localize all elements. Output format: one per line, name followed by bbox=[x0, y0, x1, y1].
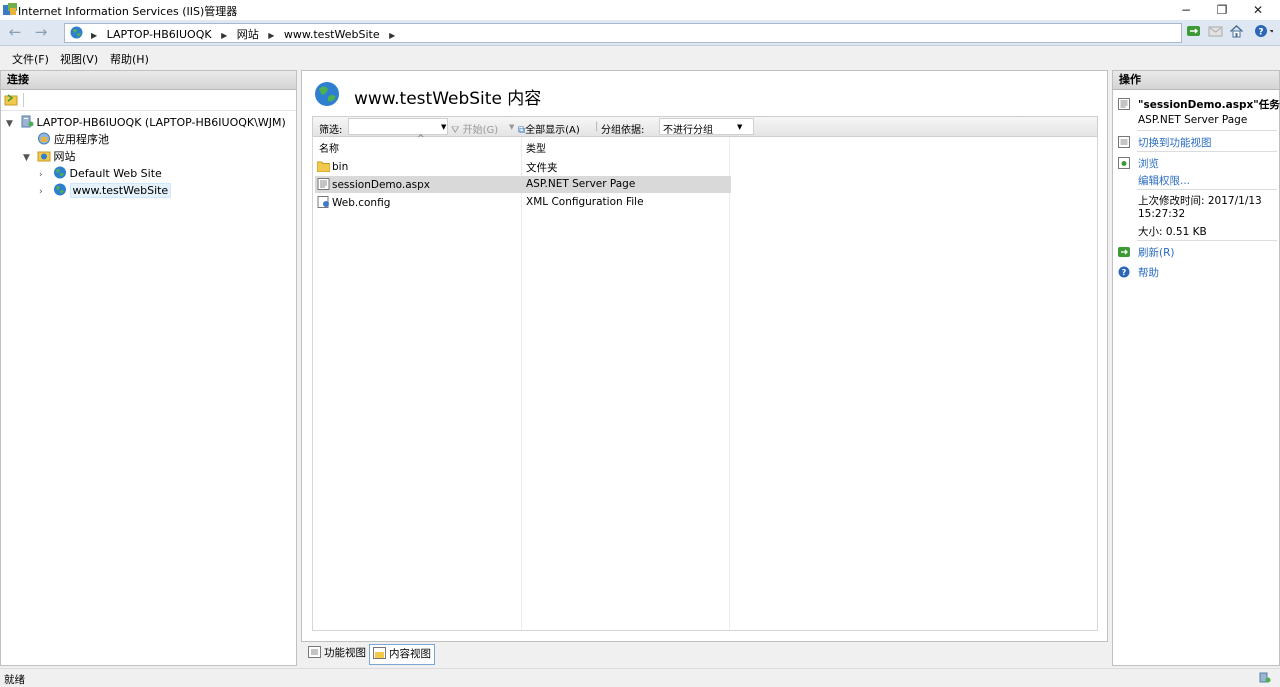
refresh-icon[interactable] bbox=[1186, 24, 1201, 38]
divider bbox=[1137, 130, 1277, 131]
website-icon bbox=[53, 183, 66, 196]
breadcrumb[interactable]: ▶ LAPTOP-HB6IUOQK ▶ 网站 ▶ www.testWebSite… bbox=[64, 23, 1182, 43]
file-type-label: ASP.NET Server Page bbox=[1138, 114, 1248, 126]
divider bbox=[1137, 240, 1277, 241]
divider bbox=[1137, 189, 1277, 190]
app-pool-icon bbox=[38, 132, 50, 145]
toolbar-divider bbox=[23, 93, 24, 107]
status-bar: 就绪 bbox=[0, 668, 1280, 687]
chevron-right-icon[interactable]: › bbox=[39, 184, 49, 200]
go-button[interactable]: ⛛ 开始(G) bbox=[451, 121, 498, 136]
connections-header: 连接 bbox=[1, 71, 296, 90]
filter-input[interactable] bbox=[348, 118, 448, 135]
status-text: 就绪 bbox=[4, 674, 25, 686]
column-header-type[interactable]: 类型 bbox=[526, 140, 546, 155]
content-view-icon bbox=[373, 647, 386, 659]
address-bar: ← → ▶ LAPTOP-HB6IUOQK ▶ 网站 ▶ www.testWeb… bbox=[0, 20, 1280, 46]
features-view-icon bbox=[1118, 136, 1130, 148]
home-icon[interactable] bbox=[1229, 24, 1244, 38]
chevron-right-icon: ▶ bbox=[221, 31, 228, 40]
item-name: Web.config bbox=[332, 197, 391, 209]
filter-label: 筛选: bbox=[319, 125, 343, 136]
tab-features-view[interactable]: 功能视图 bbox=[305, 644, 369, 663]
actions-header: 操作 bbox=[1113, 71, 1279, 90]
actions-panel: 操作 "sessionDemo.aspx"任务 ASP.NET Server P… bbox=[1112, 70, 1280, 666]
task-title: "sessionDemo.aspx"任务 bbox=[1138, 99, 1280, 111]
sort-caret-icon: ^ bbox=[417, 134, 425, 144]
website-icon bbox=[53, 166, 66, 179]
menu-bar: 文件(F) 视图(V) 帮助(H) bbox=[0, 46, 1280, 68]
network-status-icon bbox=[1259, 672, 1271, 683]
forward-arrow-icon[interactable]: → bbox=[30, 23, 52, 41]
help-icon: ? bbox=[1118, 266, 1130, 278]
breadcrumb-sites[interactable]: 网站 bbox=[237, 28, 259, 41]
filter-bar: 筛选: ▼ ⛛ 开始(G) ▼ ⧉全部显示(A) | 分组依据: 不进行分组 ▼ bbox=[312, 116, 1098, 137]
content-list: 名称 ^ 类型 bin 文件夹 sessionDemo.aspx ASP.NET… bbox=[312, 134, 1098, 631]
globe-icon bbox=[70, 26, 83, 39]
chevron-right-icon: ▶ bbox=[389, 31, 396, 40]
breadcrumb-site[interactable]: www.testWebSite bbox=[284, 28, 380, 41]
config-file-icon bbox=[317, 196, 329, 208]
column-header-name[interactable]: 名称 bbox=[319, 140, 339, 155]
tree-node-app-pools[interactable]: 应用程序池 bbox=[37, 132, 109, 148]
show-all-button[interactable]: ⧉全部显示(A) bbox=[518, 121, 580, 136]
item-name: bin bbox=[332, 161, 349, 173]
menu-help[interactable]: 帮助(H) bbox=[110, 51, 149, 67]
refresh-icon bbox=[1118, 247, 1130, 257]
file-size: 大小: 0.51 KB bbox=[1138, 226, 1207, 238]
minimize-button[interactable]: − bbox=[1168, 0, 1204, 20]
chevron-right-icon: ▶ bbox=[268, 31, 275, 40]
funnel-icon: ⛛ bbox=[451, 125, 460, 136]
title-bar: Internet Information Services (IIS)管理器 −… bbox=[0, 0, 1280, 20]
page-title: www.testWebSite 内容 bbox=[354, 89, 542, 109]
svg-text:?: ? bbox=[1258, 28, 1263, 38]
content-panel: www.testWebSite 内容 筛选: ▼ ⛛ 开始(G) ▼ ⧉全部显示… bbox=[301, 70, 1108, 642]
table-row[interactable]: Web.config XML Configuration File bbox=[315, 194, 731, 211]
chevron-down-icon[interactable]: ▼ bbox=[23, 150, 33, 166]
item-type: ASP.NET Server Page bbox=[526, 178, 636, 190]
file-task-icon bbox=[1118, 98, 1130, 110]
aspx-file-icon bbox=[317, 178, 330, 190]
chevron-down-icon[interactable]: ▼ bbox=[441, 123, 446, 131]
iis-app-icon bbox=[3, 3, 17, 15]
breadcrumb-server[interactable]: LAPTOP-HB6IUOQK bbox=[107, 28, 212, 41]
item-type: 文件夹 bbox=[526, 162, 558, 174]
tree-node-sites[interactable]: ▼ 网站 bbox=[23, 149, 76, 165]
tab-content-view[interactable]: 内容视图 bbox=[369, 644, 435, 665]
group-by-label: 分组依据: bbox=[601, 125, 645, 136]
modified-label: 上次修改时间: 2017/1/13 bbox=[1138, 195, 1262, 207]
chevron-right-icon: ▶ bbox=[91, 31, 98, 40]
close-button[interactable]: ✕ bbox=[1240, 0, 1276, 20]
table-row[interactable]: sessionDemo.aspx ASP.NET Server Page bbox=[315, 176, 731, 193]
table-row[interactable]: bin 文件夹 bbox=[315, 158, 731, 175]
menu-view[interactable]: 视图(V) bbox=[60, 51, 98, 67]
stop-icon[interactable] bbox=[1208, 24, 1223, 38]
folder-icon bbox=[317, 161, 330, 172]
chevron-right-icon[interactable]: › bbox=[39, 167, 49, 183]
server-icon bbox=[21, 115, 33, 128]
browse-icon bbox=[1118, 157, 1130, 169]
connect-icon[interactable] bbox=[4, 93, 19, 107]
restore-button[interactable]: ❐ bbox=[1204, 0, 1240, 20]
website-globe-icon bbox=[315, 82, 339, 106]
tree-node-test-web-site[interactable]: › www.testWebSite bbox=[39, 183, 172, 200]
item-name: sessionDemo.aspx bbox=[332, 179, 431, 191]
tree-node-server[interactable]: ▼ LAPTOP-HB6IUOQK (LAPTOP-HB6IUOQK\WJM) bbox=[6, 115, 286, 131]
chevron-down-icon[interactable]: ▼ bbox=[509, 123, 514, 131]
toolbar-divider: | bbox=[595, 121, 599, 132]
menu-file[interactable]: 文件(F) bbox=[12, 51, 49, 67]
back-arrow-icon[interactable]: ← bbox=[4, 23, 26, 41]
window-title: Internet Information Services (IIS)管理器 bbox=[18, 5, 238, 18]
item-type: XML Configuration File bbox=[526, 196, 644, 208]
chevron-down-icon[interactable]: ▼ bbox=[737, 123, 742, 131]
divider bbox=[1137, 151, 1277, 152]
connections-panel: 连接 ▼ LAPTOP-HB6IUOQK (LAPTOP-HB6IUOQK\WJ… bbox=[0, 70, 297, 666]
tree-node-default-web-site[interactable]: › Default Web Site bbox=[39, 166, 162, 182]
help-dropdown-icon[interactable]: ? bbox=[1251, 24, 1273, 38]
modified-time: 15:27:32 bbox=[1138, 208, 1186, 220]
svg-text:?: ? bbox=[1122, 268, 1127, 277]
features-view-icon bbox=[308, 646, 321, 658]
sites-folder-icon bbox=[37, 151, 50, 162]
chevron-down-icon[interactable]: ▼ bbox=[6, 116, 16, 132]
